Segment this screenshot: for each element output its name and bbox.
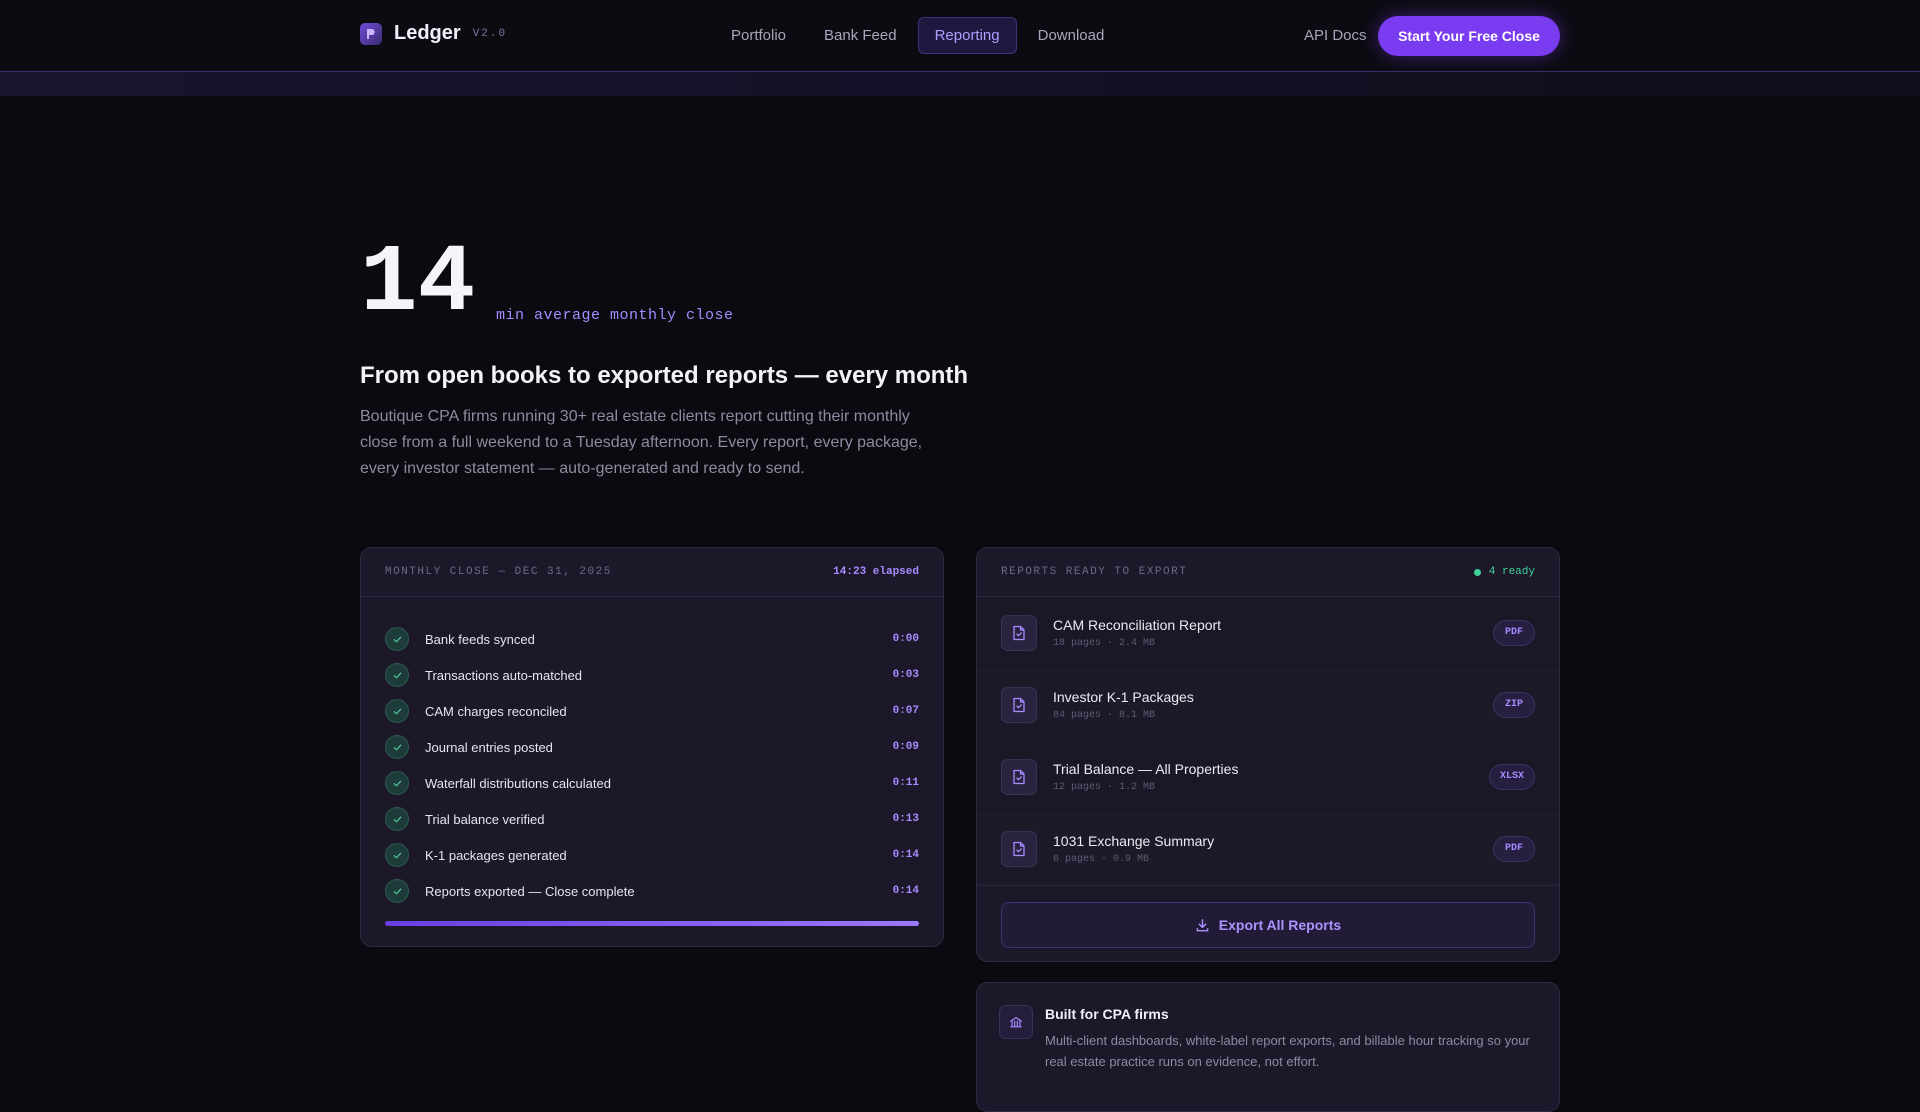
- close-step: Bank feeds synced 0:00: [385, 621, 919, 657]
- step-time: 0:14: [892, 849, 919, 861]
- report-info: Trial Balance — All Properties 12 pages ·…: [1053, 761, 1489, 793]
- report-info: CAM Reconciliation Report 18 pages · 2.4 …: [1053, 617, 1493, 649]
- report-name: Investor K-1 Packages: [1053, 688, 1194, 705]
- report-name: 1031 Exchange Summary: [1053, 832, 1215, 849]
- version-label: V2.0: [472, 27, 508, 40]
- reports-card: REPORTS READY TO EXPORT 4 ready CAM Reco…: [976, 547, 1560, 962]
- check-icon: [385, 699, 409, 723]
- file-icon: [1001, 830, 1037, 867]
- monthly-close-title: MONTHLY CLOSE — DEC 31, 2025: [385, 566, 612, 578]
- file-icon: [1001, 614, 1037, 651]
- step-time: 0:07: [892, 705, 919, 717]
- close-steps-list: Bank feeds synced 0:00 Transactions auto-m…: [361, 597, 943, 909]
- check-icon: [385, 627, 409, 651]
- brand-name: Ledger: [394, 22, 461, 44]
- cpa-feature-body: Multi-client dashboards, white-label rep…: [1045, 1033, 1530, 1069]
- step-time: 0:11: [892, 777, 919, 789]
- close-step: Journal entries posted 0:09: [385, 729, 919, 765]
- step-label: Trial balance verified: [425, 811, 545, 827]
- report-row[interactable]: Investor K-1 Packages 84 pages · 8.1 MB ZI…: [977, 669, 1559, 741]
- file-icon: [1001, 758, 1037, 795]
- close-step: K-1 packages generated 0:14: [385, 837, 919, 873]
- ledger-logo-icon: [360, 22, 382, 45]
- nav-link-reporting[interactable]: Reporting: [917, 17, 1017, 54]
- close-step: CAM charges reconciled 0:07: [385, 693, 919, 729]
- hero-stat-unit: min average monthly close: [496, 307, 734, 324]
- hero-description: Boutique CPA firms running 30+ real esta…: [360, 408, 923, 477]
- format-badge[interactable]: PDF: [1493, 619, 1535, 646]
- export-all-label: Export All Reports: [1218, 917, 1342, 933]
- nav-link-download[interactable]: Download: [1021, 17, 1122, 54]
- format-badge[interactable]: ZIP: [1493, 691, 1535, 718]
- close-step: Reports exported — Close complete 0:14: [385, 873, 919, 909]
- step-label: Waterfall distributions calculated: [425, 775, 611, 791]
- step-time: 0:13: [892, 813, 919, 825]
- file-icon: [1001, 686, 1037, 723]
- ready-dot-icon: [1473, 568, 1481, 576]
- cpa-feature-title: Built for CPA firms: [1045, 1006, 1169, 1022]
- report-info: 1031 Exchange Summary 6 pages · 0.9 MB: [1053, 833, 1493, 865]
- report-meta: 12 pages · 1.2 MB: [1053, 781, 1156, 793]
- report-row[interactable]: Trial Balance — All Properties 12 pages ·…: [977, 741, 1559, 813]
- elapsed-time: 14:23 elapsed: [833, 566, 919, 578]
- monthly-close-card: MONTHLY CLOSE — DEC 31, 2025 14:23 elaps…: [360, 547, 944, 947]
- close-step: Waterfall distributions calculated 0:11: [385, 765, 919, 801]
- report-meta: 6 pages · 0.9 MB: [1053, 853, 1150, 865]
- close-step: Transactions auto-matched 0:03: [385, 657, 919, 693]
- check-icon: [385, 735, 409, 759]
- top-nav: Ledger V2.0 Portfolio Bank Feed Reportin…: [0, 0, 1920, 72]
- report-name: CAM Reconciliation Report: [1053, 616, 1222, 633]
- reports-header: REPORTS READY TO EXPORT 4 ready: [977, 548, 1559, 597]
- check-icon: [385, 771, 409, 795]
- reports-list: CAM Reconciliation Report 18 pages · 2.4 …: [977, 597, 1559, 885]
- step-time: 0:00: [892, 633, 919, 645]
- step-time: 0:03: [892, 669, 919, 681]
- check-icon: [385, 807, 409, 831]
- report-info: Investor K-1 Packages 84 pages · 8.1 MB: [1053, 689, 1493, 721]
- format-badge[interactable]: XLSX: [1488, 763, 1535, 790]
- report-meta: 84 pages · 8.1 MB: [1053, 709, 1156, 721]
- report-name: Trial Balance — All Properties: [1053, 760, 1239, 777]
- start-free-close-button[interactable]: Start Your Free Close: [1378, 16, 1560, 56]
- ready-status: 4 ready: [1473, 566, 1535, 578]
- reports-title: REPORTS READY TO EXPORT: [1001, 566, 1188, 578]
- cpa-feature-card: Built for CPA firms Multi-client dashboa…: [976, 982, 1560, 1112]
- monthly-close-header: MONTHLY CLOSE — DEC 31, 2025 14:23 elaps…: [361, 548, 943, 597]
- report-meta: 18 pages · 2.4 MB: [1053, 637, 1156, 649]
- close-progress-bar: [385, 921, 919, 926]
- nav-link-portfolio[interactable]: Portfolio: [714, 17, 803, 54]
- check-icon: [385, 879, 409, 903]
- nav-links: Portfolio Bank Feed Reporting Download: [714, 17, 1125, 54]
- nav-glow-divider: [0, 72, 1920, 96]
- report-row[interactable]: CAM Reconciliation Report 18 pages · 2.4 …: [977, 597, 1559, 669]
- export-all-button[interactable]: Export All Reports: [1001, 902, 1535, 948]
- api-docs-link[interactable]: API Docs: [1304, 27, 1367, 44]
- hero-stat-number: 14: [360, 229, 476, 338]
- step-time: 0:14: [892, 885, 919, 897]
- check-icon: [385, 843, 409, 867]
- report-row[interactable]: 1031 Exchange Summary 6 pages · 0.9 MB PDF: [977, 813, 1559, 885]
- check-icon: [385, 663, 409, 687]
- step-label: Bank feeds synced: [425, 631, 535, 647]
- step-label: Reports exported — Close complete: [425, 883, 635, 899]
- brand[interactable]: Ledger V2.0: [360, 22, 507, 45]
- format-badge[interactable]: PDF: [1493, 835, 1535, 862]
- building-icon: [999, 1005, 1033, 1039]
- nav-link-bank-feed[interactable]: Bank Feed: [807, 17, 914, 54]
- step-label: Transactions auto-matched: [425, 667, 583, 683]
- step-label: CAM charges reconciled: [425, 703, 567, 719]
- ready-count: 4 ready: [1488, 566, 1535, 578]
- close-step: Trial balance verified 0:13: [385, 801, 919, 837]
- step-label: Journal entries posted: [425, 739, 553, 755]
- export-area: Export All Reports: [977, 885, 1559, 964]
- close-progress-fill: [385, 921, 919, 926]
- step-time: 0:09: [892, 741, 919, 753]
- download-icon: [1196, 918, 1209, 931]
- hero-title: From open books to exported reports — ev…: [360, 362, 969, 389]
- step-label: K-1 packages generated: [425, 847, 567, 863]
